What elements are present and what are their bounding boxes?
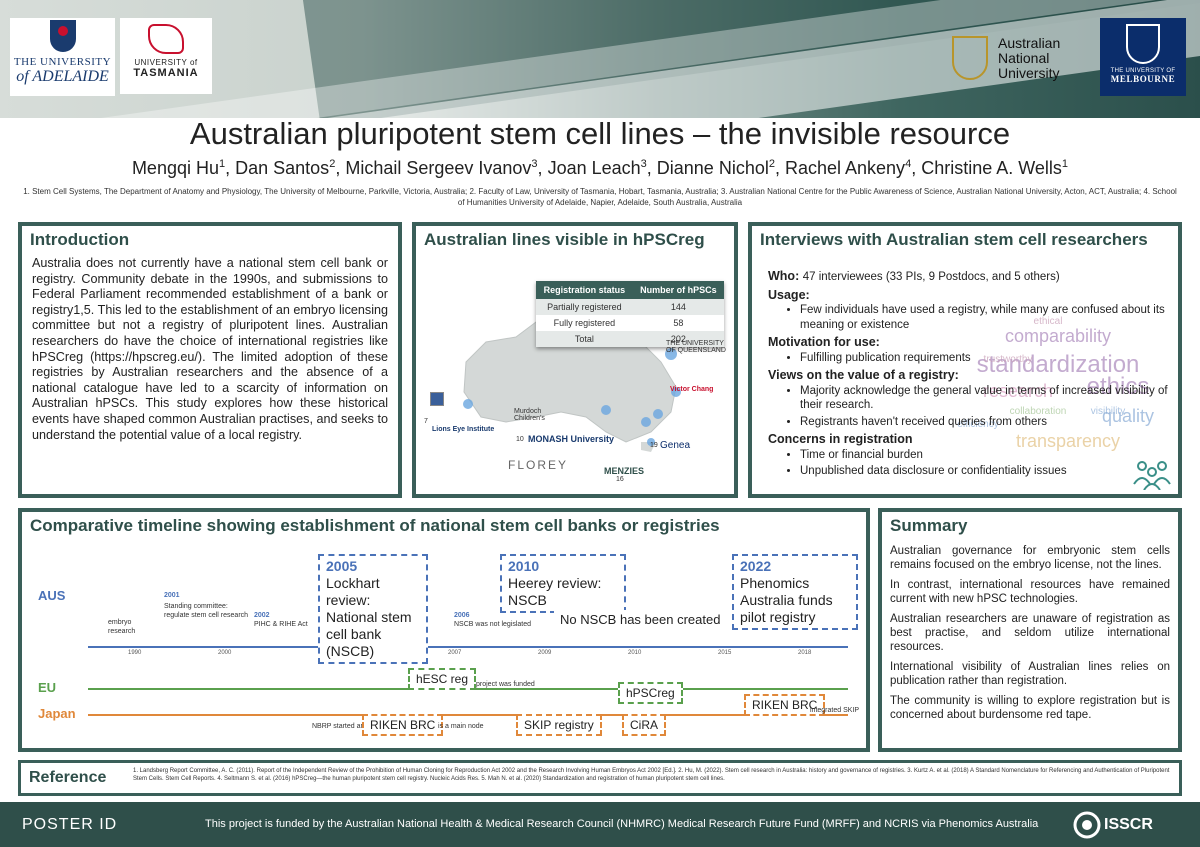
institution-menzies: MENZIES xyxy=(604,466,645,476)
institution-murdoch: Murdoch Children's xyxy=(514,408,545,422)
interviews-panel: Interviews with Australian stem cell res… xyxy=(748,222,1182,498)
lions-logo-icon xyxy=(430,392,444,406)
institution-victor-chang: Victor Chang xyxy=(670,386,714,393)
aus-timeline-line xyxy=(88,646,848,648)
references-panel: Reference 1. Landsberg Report Committee,… xyxy=(18,760,1182,796)
institution-genea: Genea xyxy=(660,440,691,451)
introduction-text: Australia does not currently have a nati… xyxy=(32,256,388,442)
references-text: 1. Landsberg Report Committee, A. C. (20… xyxy=(133,768,1170,782)
row-label-japan: Japan xyxy=(38,706,76,721)
registration-table: Registration status Number of hPSCs Part… xyxy=(536,281,724,347)
list-item: Majority acknowledge the general value i… xyxy=(800,384,1168,413)
adelaide-logo: THE UNIVERSITY of ADELAIDE xyxy=(10,18,115,96)
japan-timeline-line xyxy=(88,714,848,716)
table-row: Fully registered 58 xyxy=(536,315,724,331)
jp-box-skip: SKIP registry xyxy=(516,714,602,736)
author-name: Dianne Nichol xyxy=(656,158,769,178)
list-item: Fulfilling publication requirements xyxy=(800,351,1168,366)
eu-box-hesc-reg: hESC reg xyxy=(408,668,477,690)
lion-icon xyxy=(148,24,184,54)
author-list: Mengqi Hu1, Dan Santos2, Michail Sergeev… xyxy=(131,158,1069,178)
summary-heading: Summary xyxy=(890,516,968,535)
institution-florey: FLOREY xyxy=(508,458,569,472)
timeline-chart: AUS EU Japan 1990 2000 2003 2007 2009 20… xyxy=(28,546,860,746)
isscr-logo: ISSCR xyxy=(1072,808,1172,842)
list-item: Time or financial burden xyxy=(800,448,1168,463)
summary-panel: Summary Australian governance for embryo… xyxy=(878,508,1182,752)
poster-title: Australian pluripotent stem cell lines –… xyxy=(189,116,1011,151)
author-affiliation-number: 4 xyxy=(905,158,912,170)
author-name: Mengqi Hu xyxy=(131,158,219,178)
event-heerey: 2010 Heerey review: NSCB xyxy=(500,554,626,613)
jp-box-riken-1: RIKEN BRC xyxy=(362,714,444,736)
no-nscb-note: No NSCB has been created xyxy=(554,610,727,629)
references-heading: Reference xyxy=(29,769,107,786)
author-name: Rachel Ankeny xyxy=(784,158,906,178)
introduction-heading: Introduction xyxy=(30,230,130,249)
author-affiliation-number: 2 xyxy=(329,158,336,170)
author-affiliation-number: 2 xyxy=(768,158,775,170)
header-banner: THE UNIVERSITY of ADELAIDE UNIVERSITY of… xyxy=(0,0,1200,118)
tasmania-logo: UNIVERSITY of TASMANIA xyxy=(120,18,212,94)
interviews-body: Who: 47 interviewees (33 PIs, 9 Postdocs… xyxy=(768,266,1168,481)
isscr-mark-icon xyxy=(1073,811,1101,839)
footer-bar: POSTER ID This project is funded by the … xyxy=(0,802,1200,847)
jp-box-cira: CiRA xyxy=(622,714,667,736)
author-name: Christine A. Wells xyxy=(921,158,1062,178)
table-row: Partially registered 144 xyxy=(536,299,724,315)
adelaide-crest-icon xyxy=(49,20,76,52)
event-phenomics: 2022 Phenomics Australia funds pilot reg… xyxy=(732,554,858,630)
hpscreg-heading: Australian lines visible in hPSCreg xyxy=(424,230,705,249)
interviews-heading: Interviews with Australian stem cell res… xyxy=(760,230,1148,249)
author-affiliation-number: 3 xyxy=(640,158,647,170)
affiliations: 1. Stem Cell Systems, The Department of … xyxy=(23,187,1177,207)
people-icon xyxy=(1133,461,1171,490)
list-item: Registrants haven't received queries fro… xyxy=(800,415,1168,430)
melbourne-crest-icon xyxy=(1126,24,1160,64)
introduction-panel: Introduction Australia does not currentl… xyxy=(18,222,402,498)
institution-lions: Lions Eye Institute xyxy=(432,426,495,433)
poster-id: POSTER ID xyxy=(22,816,118,833)
melbourne-logo: THE UNIVERSITY OF MELBOURNE xyxy=(1100,18,1186,96)
hpscreg-panel: Australian lines visible in hPSCreg Regi… xyxy=(412,222,738,498)
author-name: Michail Sergeev Ivanov xyxy=(345,158,532,178)
timeline-heading: Comparative timeline showing establishme… xyxy=(30,516,720,535)
institution-monash: MONASH University xyxy=(528,434,615,444)
institution-uq: THE UNIVERSITY OF QUEENSLAND xyxy=(666,340,726,354)
author-name: Joan Leach xyxy=(547,158,641,178)
funding-statement: This project is funded by the Australian… xyxy=(205,818,1039,830)
summary-body: Australian governance for embryonic stem… xyxy=(890,545,1170,721)
row-label-aus: AUS xyxy=(38,588,66,603)
anu-emblem-icon xyxy=(952,36,988,80)
timeline-panel: Comparative timeline showing establishme… xyxy=(18,508,870,752)
list-item: Few individuals have used a registry, wh… xyxy=(800,303,1168,332)
event-lockhart: 2005 Lockhart review: National stem cell… xyxy=(318,554,428,664)
list-item: Unpublished data disclosure or confident… xyxy=(800,464,1168,479)
author-affiliation-number: 3 xyxy=(531,158,538,170)
author-name: Dan Santos xyxy=(235,158,330,178)
row-label-eu: EU xyxy=(38,680,57,695)
anu-logo: Australian National University xyxy=(952,28,1092,88)
eu-box-hpscreg: hPSCreg xyxy=(618,682,683,704)
author-affiliation-number: 1 xyxy=(218,158,226,170)
author-affiliation-number: 1 xyxy=(1061,158,1069,170)
